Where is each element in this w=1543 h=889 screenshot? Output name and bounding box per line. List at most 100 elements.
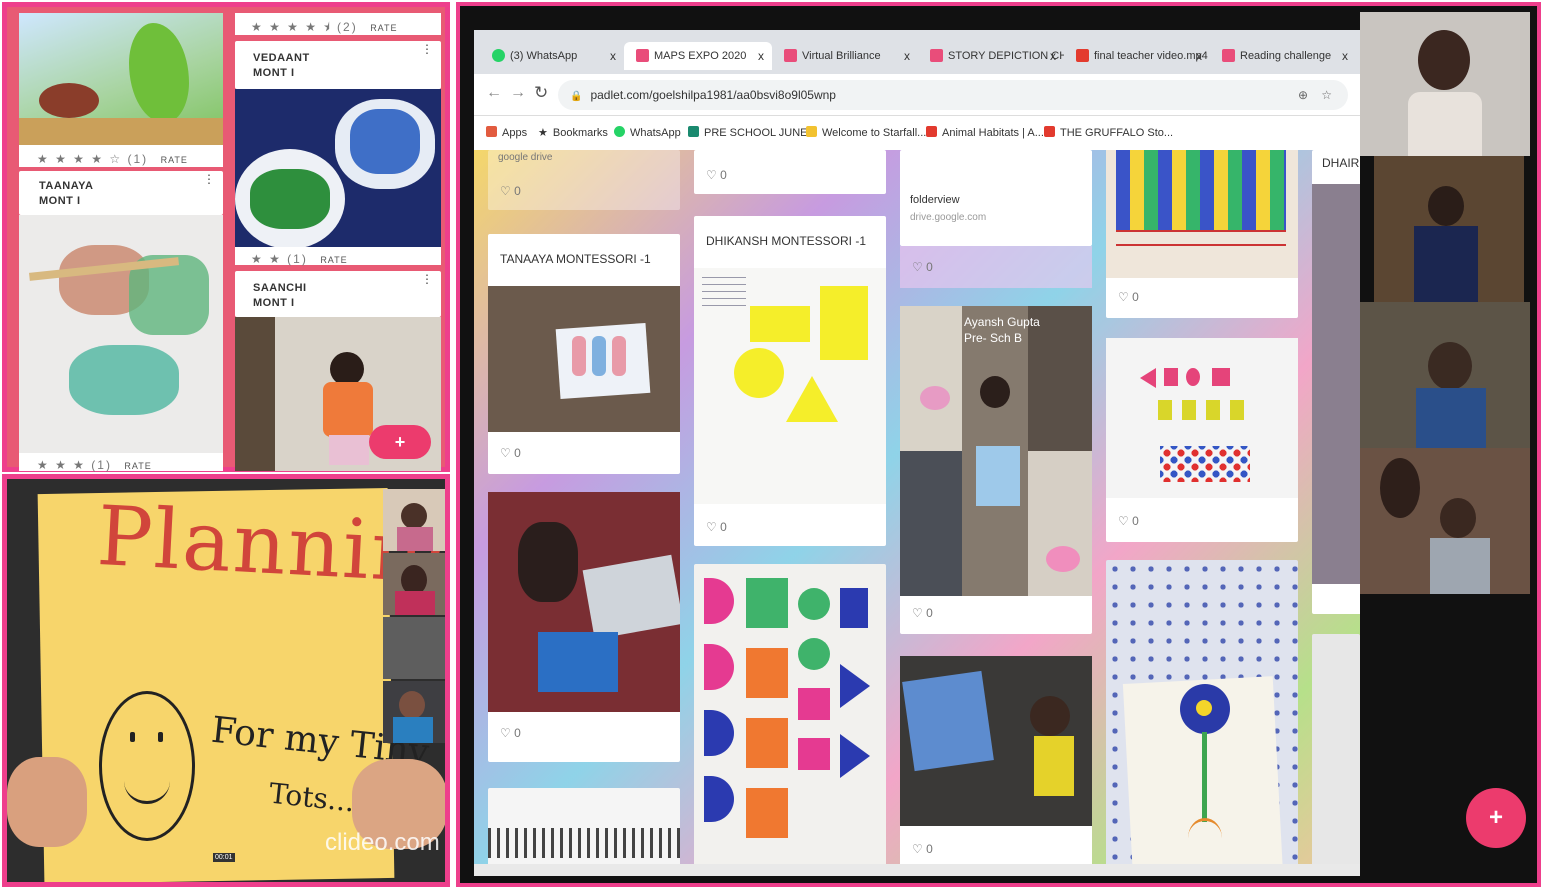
add-post-button[interactable]: +	[369, 425, 431, 459]
like-icon[interactable]: ♡ 0	[706, 520, 727, 534]
post-image	[900, 656, 1092, 826]
like-icon[interactable]: ♡ 0	[912, 842, 933, 856]
like-icon[interactable]: ♡ 0	[706, 168, 727, 182]
post-col2-top[interactable]: ♡ 0	[694, 150, 886, 194]
bookmark-starfall[interactable]: Welcome to Starfall...	[806, 126, 926, 139]
rate-link[interactable]: RATE	[320, 255, 347, 265]
participant-video[interactable]	[1360, 302, 1530, 448]
post-laptop-child[interactable]: ♡ 0	[488, 492, 680, 762]
tab-virtual-brilliance[interactable]: Virtual Brilliance x	[772, 42, 918, 70]
like-icon[interactable]: ♡ 0	[500, 726, 521, 740]
post-ayansh[interactable]: Ayansh Gupta Pre- Sch B ♡ 0	[900, 306, 1092, 634]
tab-whatsapp[interactable]: (3) WhatsApp x	[480, 42, 624, 70]
card-vedaant-image	[235, 89, 441, 247]
back-icon[interactable]: ←	[486, 84, 502, 102]
post-title: DHAIR	[1322, 156, 1360, 170]
participant-video[interactable]	[383, 489, 445, 551]
rate-link[interactable]: RATE	[161, 155, 188, 165]
bookmark-bookmarks[interactable]: ★ Bookmarks	[538, 126, 608, 139]
close-icon[interactable]: x	[758, 42, 764, 70]
youtube-icon	[1044, 126, 1055, 137]
card-vedaant[interactable]: VEDAANT MONT I ⋮	[235, 41, 441, 89]
top-rating-bar: ★ ★ ★ ★ ⯨ (2) RATE	[235, 13, 441, 35]
forward-icon[interactable]: →	[510, 84, 526, 102]
tab-final-teacher-video[interactable]: final teacher video.mp4 x	[1064, 42, 1210, 70]
post-laptop-boy[interactable]: ♡ 0	[900, 656, 1092, 876]
like-icon[interactable]: ♡ 0	[1118, 514, 1139, 528]
rate-link[interactable]: RATE	[370, 23, 397, 33]
more-icon[interactable]: ⋮	[421, 43, 433, 55]
tab-maps-expo[interactable]: MAPS EXPO 2020 x	[624, 42, 772, 70]
post-shape-sorting[interactable]: ♡ 0	[1106, 338, 1298, 542]
bookmark-preschool[interactable]: PRE SCHOOL JUNE...	[688, 126, 817, 139]
bookmark-apps[interactable]: Apps	[486, 126, 527, 139]
post-notebook[interactable]	[488, 788, 680, 876]
card-taanaya[interactable]: TAANAYA MONT I ⋮	[19, 171, 223, 215]
participant-video[interactable]	[383, 553, 445, 615]
post-image	[900, 306, 1092, 596]
padlet-icon	[784, 49, 797, 62]
bookmark-whatsapp[interactable]: WhatsApp	[614, 126, 681, 139]
post-folderview-footer: ♡ 0	[900, 246, 1092, 288]
zoom-icon[interactable]: ⊕	[1298, 80, 1308, 110]
add-post-button[interactable]: +	[1466, 788, 1526, 848]
card-saanchi[interactable]: SAANCHI MONT I ⋮	[235, 271, 441, 317]
whatsapp-icon	[492, 49, 505, 62]
classroom-icon	[688, 126, 699, 137]
tab-story-depiction[interactable]: STORY DEPICTION CH... x	[918, 42, 1064, 70]
post-dhikansh[interactable]: DHIKANSH MONTESSORI -1 ♡ 0	[694, 216, 886, 546]
watermark: clideo.com	[325, 829, 440, 856]
url-text: padlet.com/goelshilpa1981/aa0bsvi8o9l05w…	[590, 88, 836, 102]
post-google-drive[interactable]: google drive ♡ 0	[488, 150, 680, 210]
scrollbar[interactable]	[474, 864, 1360, 876]
participant-video[interactable]	[1360, 448, 1530, 594]
reload-icon[interactable]: ↻	[534, 83, 548, 103]
participant-video[interactable]	[383, 681, 445, 743]
rating-stars[interactable]: ★ ★ ★ ★ ☆ (1)	[37, 152, 148, 166]
star-icon[interactable]: ☆	[1321, 80, 1332, 110]
close-icon[interactable]: x	[904, 42, 910, 70]
presenter-video[interactable]	[1360, 12, 1530, 156]
post-dhairya[interactable]: DHAIR	[1312, 150, 1360, 614]
participant-video[interactable]	[383, 617, 445, 679]
like-icon[interactable]: ♡ 0	[912, 260, 933, 274]
like-icon[interactable]: ♡ 0	[500, 184, 521, 198]
post-title: DHIKANSH MONTESSORI -1	[706, 234, 867, 248]
bookmark-gruffalo[interactable]: THE GRUFFALO Sto...	[1044, 126, 1173, 139]
post-caption: Ayansh Gupta Pre- Sch B	[964, 315, 1040, 345]
apps-icon	[486, 126, 497, 137]
post-image	[1106, 338, 1298, 498]
more-icon[interactable]: ⋮	[203, 173, 215, 185]
participant-video[interactable]	[1374, 156, 1524, 302]
close-icon[interactable]: x	[610, 42, 616, 70]
post-title: folderview	[910, 194, 960, 206]
post-shape-labels[interactable]	[1312, 634, 1360, 876]
like-icon[interactable]: ♡ 0	[1118, 290, 1139, 304]
post-flower-craft[interactable]	[1106, 560, 1298, 876]
padlet-icon	[1222, 49, 1235, 62]
post-shapes-notebook[interactable]	[694, 564, 886, 876]
like-icon[interactable]: ♡ 0	[500, 446, 521, 460]
more-icon[interactable]: ⋮	[421, 273, 433, 285]
card-author: VEDAANT MONT I	[253, 52, 310, 79]
address-bar[interactable]: 🔒 padlet.com/goelshilpa1981/aa0bsvi8o9l05…	[558, 80, 1348, 110]
rating-stars[interactable]: ★ ★ ★ (1)	[37, 458, 112, 472]
post-tanaaya[interactable]: TANAAYA MONTESSORI -1 ♡ 0	[488, 234, 680, 474]
rate-link[interactable]: RATE	[124, 461, 151, 471]
bookmark-animal-habitats[interactable]: Animal Habitats | A...	[926, 126, 1044, 139]
post-image	[694, 268, 886, 504]
post-folderview[interactable]: folderview drive.google.com	[900, 150, 1092, 246]
tab-reading-challenge[interactable]: Reading challenge x	[1210, 42, 1356, 70]
rating-stars[interactable]: ★ ★ ★ ★ ⯨ (2)	[251, 20, 358, 34]
rating-stars[interactable]: ★ ★ (1)	[251, 252, 308, 266]
post-dotted-pattern[interactable]: ♡ 0	[1106, 150, 1298, 318]
close-icon[interactable]: x	[1196, 42, 1202, 70]
post-title: TANAAYA MONTESSORI -1	[500, 252, 651, 266]
close-icon[interactable]: x	[1050, 42, 1056, 70]
padlet-wall: google drive ♡ 0 TANAAYA MONTESSORI -1 ♡…	[474, 150, 1360, 876]
like-icon[interactable]: ♡ 0	[912, 606, 933, 620]
card-rating-bar: ★ ★ (1) RATE	[235, 247, 441, 266]
video-file-icon	[1076, 49, 1089, 62]
smiley-icon	[99, 691, 195, 841]
close-icon[interactable]: x	[1342, 42, 1348, 70]
